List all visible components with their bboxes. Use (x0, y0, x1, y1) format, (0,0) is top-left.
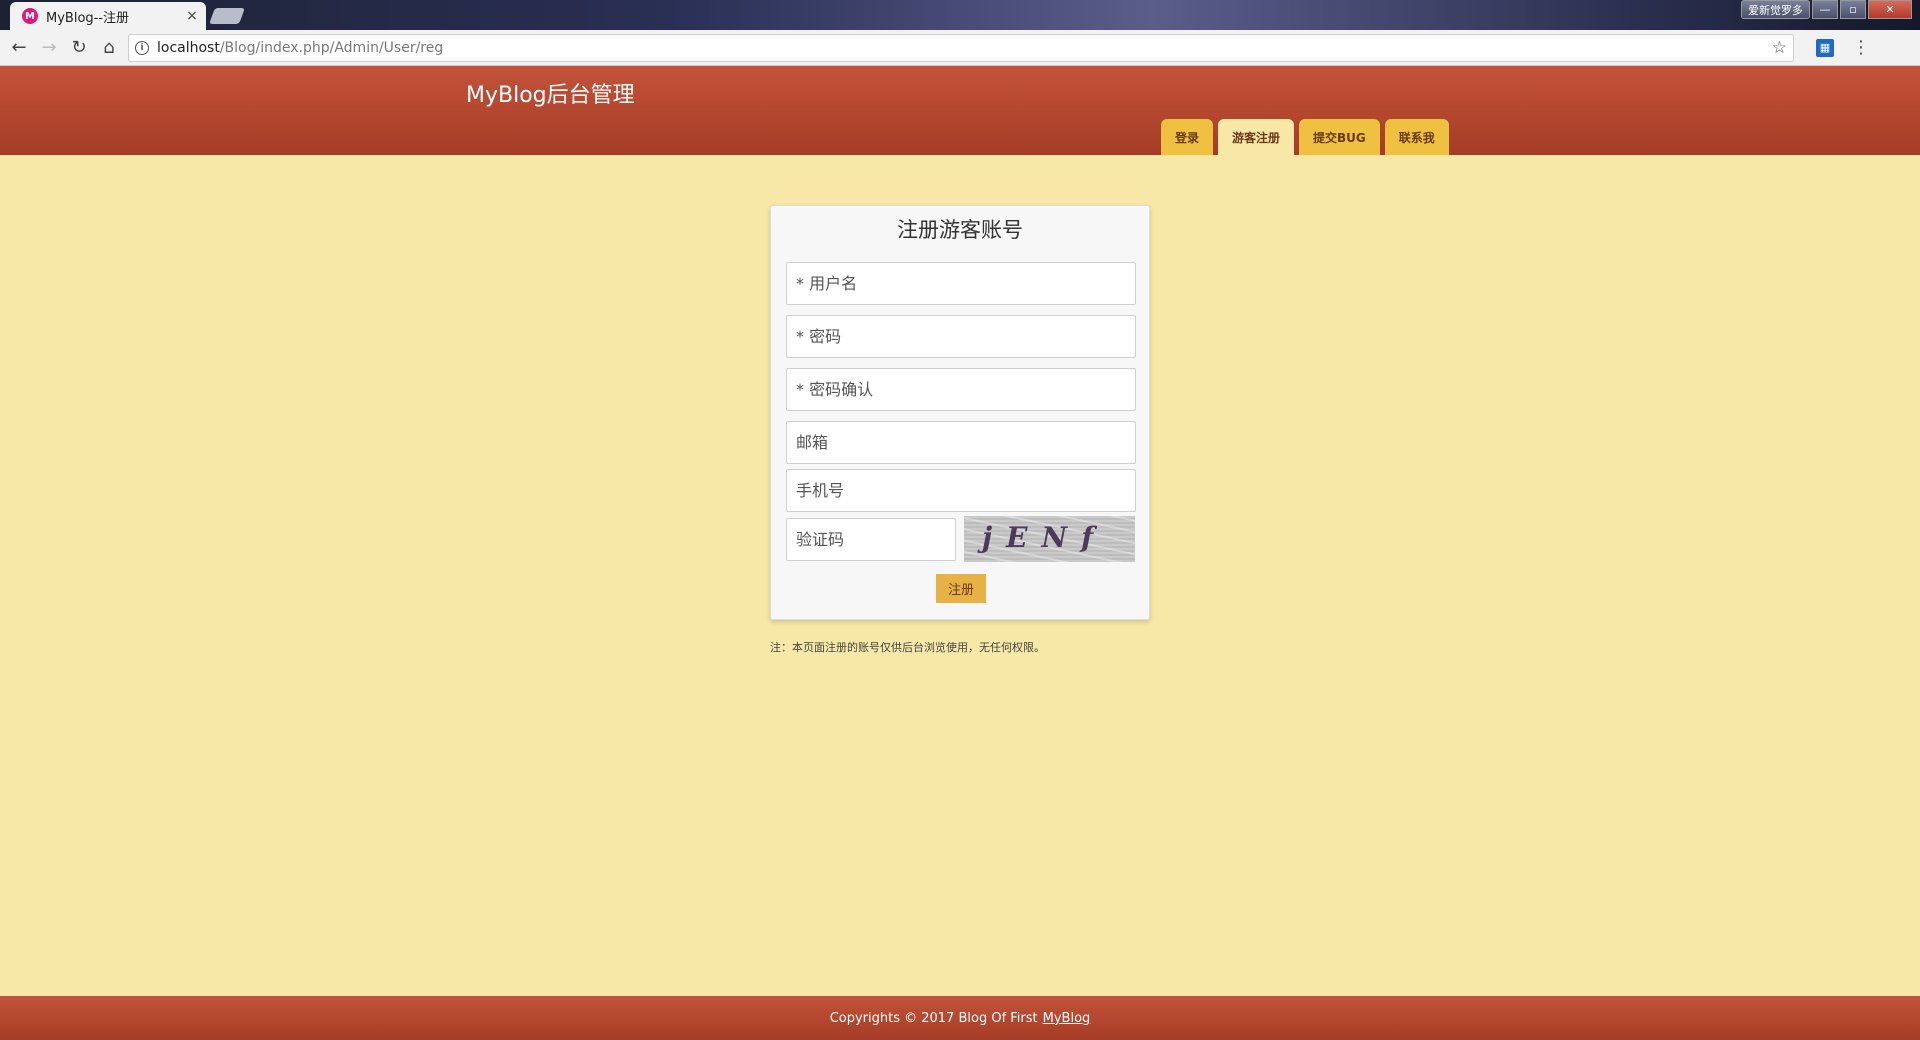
url-path: /Blog/index.php/Admin/User/reg (219, 39, 444, 56)
favicon-icon: M (22, 8, 38, 24)
footer-text: Copyrights © 2017 Blog Of First (829, 1010, 1038, 1026)
maximize-icon[interactable]: ▫ (1840, 0, 1866, 19)
new-tab-button[interactable] (209, 8, 245, 24)
tab-close-icon[interactable]: × (182, 8, 202, 24)
window-controls: 爱新觉罗多 — ▫ ✕ (1741, 0, 1912, 19)
window-titlebar: M MyBlog--注册 × 爱新觉罗多 — ▫ ✕ (0, 0, 1920, 30)
form-title: 注册游客账号 (897, 218, 1023, 242)
nav-tab-login[interactable]: 登录 (1161, 119, 1214, 155)
site-title: MyBlog后台管理 (466, 83, 635, 108)
menu-icon[interactable]: ⋮ (1852, 37, 1870, 58)
home-icon[interactable]: ⌂ (94, 33, 124, 63)
minimize-icon[interactable]: — (1812, 0, 1838, 19)
captcha-image[interactable]: jENf (964, 516, 1135, 562)
site-footer: Copyrights © 2017 Blog Of First MyBlog (0, 996, 1920, 1040)
browser-tab[interactable]: M MyBlog--注册 × (10, 2, 206, 30)
browser-toolbar: ← → ↻ ⌂ i localhost/Blog/index.php/Admin… (0, 30, 1920, 66)
back-arrow-icon[interactable]: ← (4, 33, 34, 63)
register-card: 注册游客账号 jENf 注册 (770, 205, 1150, 620)
reload-icon[interactable]: ↻ (64, 33, 94, 63)
register-button[interactable]: 注册 (936, 574, 986, 603)
star-icon[interactable]: ☆ (1772, 38, 1787, 58)
nav-tab-submit-bug[interactable]: 提交BUG (1299, 119, 1380, 155)
footer-link[interactable]: MyBlog (1043, 1011, 1091, 1026)
captcha-input[interactable] (786, 518, 956, 561)
register-note: 注：本页面注册的账号仅供后台浏览使用，无任何权限。 (770, 641, 1045, 654)
site-nav: 登录 游客注册 提交BUG 联系我 (1161, 119, 1449, 155)
site-header: MyBlog后台管理 登录 游客注册 提交BUG 联系我 (0, 66, 1920, 155)
address-bar[interactable]: i localhost/Blog/index.php/Admin/User/re… (128, 33, 1794, 62)
phone-input[interactable] (786, 469, 1136, 512)
nav-tab-contact[interactable]: 联系我 (1384, 119, 1449, 155)
info-icon[interactable]: i (135, 40, 149, 55)
captcha-text: jENf (982, 521, 1108, 554)
extension-icon[interactable]: ▦ (1816, 38, 1834, 57)
password-input[interactable] (786, 315, 1136, 358)
close-window-icon[interactable]: ✕ (1868, 0, 1912, 19)
url-host: localhost (157, 39, 220, 56)
tab-title: MyBlog--注册 (46, 10, 130, 26)
nav-tab-register[interactable]: 游客注册 (1218, 119, 1295, 155)
username-input[interactable] (786, 262, 1136, 305)
email-input[interactable] (786, 421, 1136, 464)
user-profile-badge[interactable]: 爱新觉罗多 (1741, 0, 1810, 19)
forward-arrow-icon[interactable]: → (34, 33, 64, 63)
password-confirm-input[interactable] (786, 368, 1136, 411)
